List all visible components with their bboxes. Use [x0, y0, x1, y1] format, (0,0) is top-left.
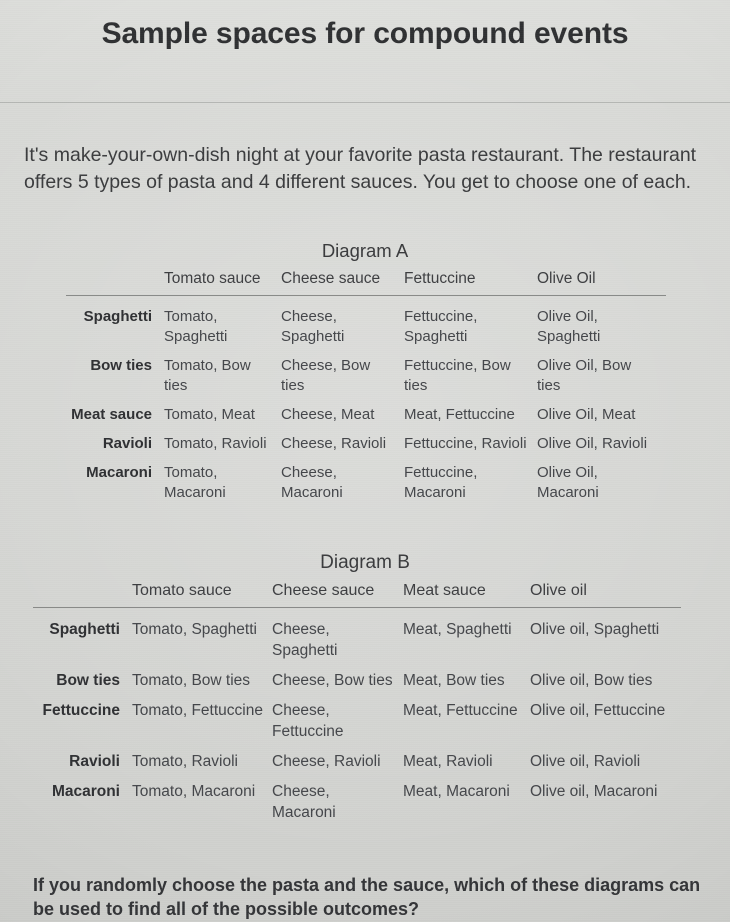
diagram-b-cell-2-1: Tomato, Bow ties [132, 672, 251, 689]
table-row: Macaroni Tomato, Macaroni Cheese, Macaro… [66, 454, 666, 503]
diagram-b-table: Tomato sauce Cheese sauce Meat sauce Oli… [33, 582, 681, 823]
table-row: Ravioli Tomato, Ravioli Cheese, Ravioli … [66, 425, 666, 454]
diagram-b-cell-3-1: Tomato, Fettuccine [132, 702, 263, 719]
diagram-a-col-header-2: Cheese sauce [281, 270, 404, 296]
diagram-a-cell-2-3: Fettuccine, Bow ties [404, 357, 511, 394]
diagram-b-col-header-3: Meat sauce [403, 582, 530, 608]
diagram-b-cell-1-3: Meat, Spaghetti [403, 621, 512, 638]
table-row: Ravioli Tomato, Ravioli Cheese, Ravioli … [33, 742, 681, 772]
diagram-b-row-label-1: Spaghetti [49, 621, 120, 638]
diagram-b-title: Diagram B [320, 552, 410, 573]
diagram-b-cell-1-2: Cheese, Spaghetti [272, 621, 338, 659]
diagram-a-row-label-2: Bow ties [90, 357, 152, 374]
diagram-b-cell-3-4: Olive oil, Fettuccine [530, 702, 666, 719]
diagram-a-cell-3-2: Cheese, Meat [281, 406, 375, 423]
diagram-a-cell-1-3: Fettuccine, Spaghetti [404, 308, 478, 345]
title-bar: Sample spaces for compound events [0, 0, 730, 103]
table-row: Spaghetti Tomato, Spaghetti Cheese, Spag… [66, 296, 666, 348]
diagram-b-col-header-2: Cheese sauce [272, 582, 403, 608]
diagram-a-table: Tomato sauce Cheese sauce Fettuccine Oli… [66, 270, 666, 503]
diagram-b-row-label-4: Ravioli [69, 753, 120, 770]
diagram-b-section: Diagram B Tomato sauce Cheese sauce Meat… [0, 552, 730, 823]
diagram-b-cell-4-3: Meat, Ravioli [403, 753, 493, 770]
diagram-b-cell-4-2: Cheese, Ravioli [272, 753, 381, 770]
intro-paragraph: It's make-your-own-dish night at your fa… [24, 143, 697, 194]
diagram-a-cell-4-3: Fettuccine, Ravioli [404, 435, 527, 452]
diagram-a-row-label-4: Ravioli [102, 435, 152, 452]
diagram-a-cell-1-2: Cheese, Spaghetti [281, 308, 345, 345]
diagram-b-col-header-1: Tomato sauce [132, 582, 272, 608]
diagram-a-header-row: Tomato sauce Cheese sauce Fettuccine Oli… [66, 270, 666, 296]
diagram-a-col-header-4: Olive Oil [537, 270, 666, 296]
diagram-a-cell-3-4: Olive Oil, Meat [537, 406, 636, 423]
worksheet-page: Sample spaces for compound events It's m… [0, 0, 730, 922]
diagram-a-row-label-1: Spaghetti [83, 308, 152, 325]
diagram-b-cell-1-4: Olive oil, Spaghetti [530, 621, 660, 638]
diagram-a-cell-5-4: Olive Oil, Macaroni [537, 464, 599, 501]
diagram-b-row-label-5: Macaroni [51, 783, 120, 800]
diagram-b-corner-cell [33, 582, 132, 608]
diagram-a-col-header-3: Fettuccine [404, 270, 537, 296]
diagram-b-cell-3-2: Cheese, Fettuccine [272, 702, 344, 740]
diagram-a-cell-5-3: Fettuccine, Macaroni [404, 464, 478, 501]
diagram-a-cell-5-1: Tomato, Macaroni [164, 464, 226, 501]
table-row: Spaghetti Tomato, Spaghetti Cheese, Spag… [33, 608, 681, 662]
diagram-b-header-row: Tomato sauce Cheese sauce Meat sauce Oli… [33, 582, 681, 608]
table-row: Bow ties Tomato, Bow ties Cheese, Bow ti… [66, 347, 666, 396]
table-row: Meat sauce Tomato, Meat Cheese, Meat Mea… [66, 396, 666, 425]
diagram-b-cell-5-2: Cheese, Macaroni [272, 783, 336, 821]
diagram-a-cell-2-2: Cheese, Bow ties [281, 357, 371, 394]
diagram-a-row-label-3: Meat sauce [71, 406, 152, 423]
table-row: Fettuccine Tomato, Fettuccine Cheese, Fe… [33, 691, 681, 742]
diagram-b-cell-3-3: Meat, Fettuccine [403, 702, 518, 719]
diagram-a-cell-1-4: Olive Oil, Spaghetti [537, 308, 601, 345]
diagram-b-cell-4-4: Olive oil, Ravioli [530, 753, 641, 770]
diagram-b-cell-5-1: Tomato, Macaroni [132, 783, 256, 800]
diagram-a-corner-cell [66, 270, 164, 296]
diagram-a-col-header-1: Tomato sauce [164, 270, 281, 296]
diagram-b-row-label-3: Fettuccine [42, 702, 120, 719]
diagram-b-cell-1-1: Tomato, Spaghetti [132, 621, 257, 638]
question-prompt: If you randomly choose the pasta and the… [33, 875, 701, 919]
diagram-b-cell-4-1: Tomato, Ravioli [132, 753, 238, 770]
diagram-a-cell-3-1: Tomato, Meat [164, 406, 255, 423]
diagram-b-row-label-2: Bow ties [56, 672, 120, 689]
diagram-a-cell-4-4: Olive Oil, Ravioli [537, 435, 648, 452]
diagram-a-row-label-5: Macaroni [86, 464, 152, 481]
diagram-b-col-header-4: Olive oil [530, 582, 681, 608]
diagram-a-cell-4-2: Cheese, Ravioli [281, 435, 387, 452]
diagram-a-cell-2-1: Tomato, Bow ties [164, 357, 251, 394]
diagram-a-section: Diagram A Tomato sauce Cheese sauce Fett… [0, 240, 730, 503]
diagram-a-title: Diagram A [321, 240, 409, 261]
table-row: Bow ties Tomato, Bow ties Cheese, Bow ti… [33, 661, 681, 691]
diagram-a-cell-2-4: Olive Oil, Bow ties [537, 357, 632, 394]
diagram-b-cell-2-4: Olive oil, Bow ties [530, 672, 653, 689]
diagram-b-cell-5-3: Meat, Macaroni [403, 783, 510, 800]
diagram-b-cell-2-3: Meat, Bow ties [403, 672, 505, 689]
diagram-a-cell-1-1: Tomato, Spaghetti [164, 308, 228, 345]
diagram-a-cell-5-2: Cheese, Macaroni [281, 464, 343, 501]
diagram-b-cell-2-2: Cheese, Bow ties [272, 672, 393, 689]
diagram-a-cell-4-1: Tomato, Ravioli [164, 435, 267, 452]
page-title: Sample spaces for compound events [101, 17, 629, 50]
diagram-b-cell-5-4: Olive oil, Macaroni [530, 783, 658, 800]
table-row: Macaroni Tomato, Macaroni Cheese, Macaro… [33, 772, 681, 823]
diagram-a-cell-3-3: Meat, Fettuccine [404, 406, 515, 423]
